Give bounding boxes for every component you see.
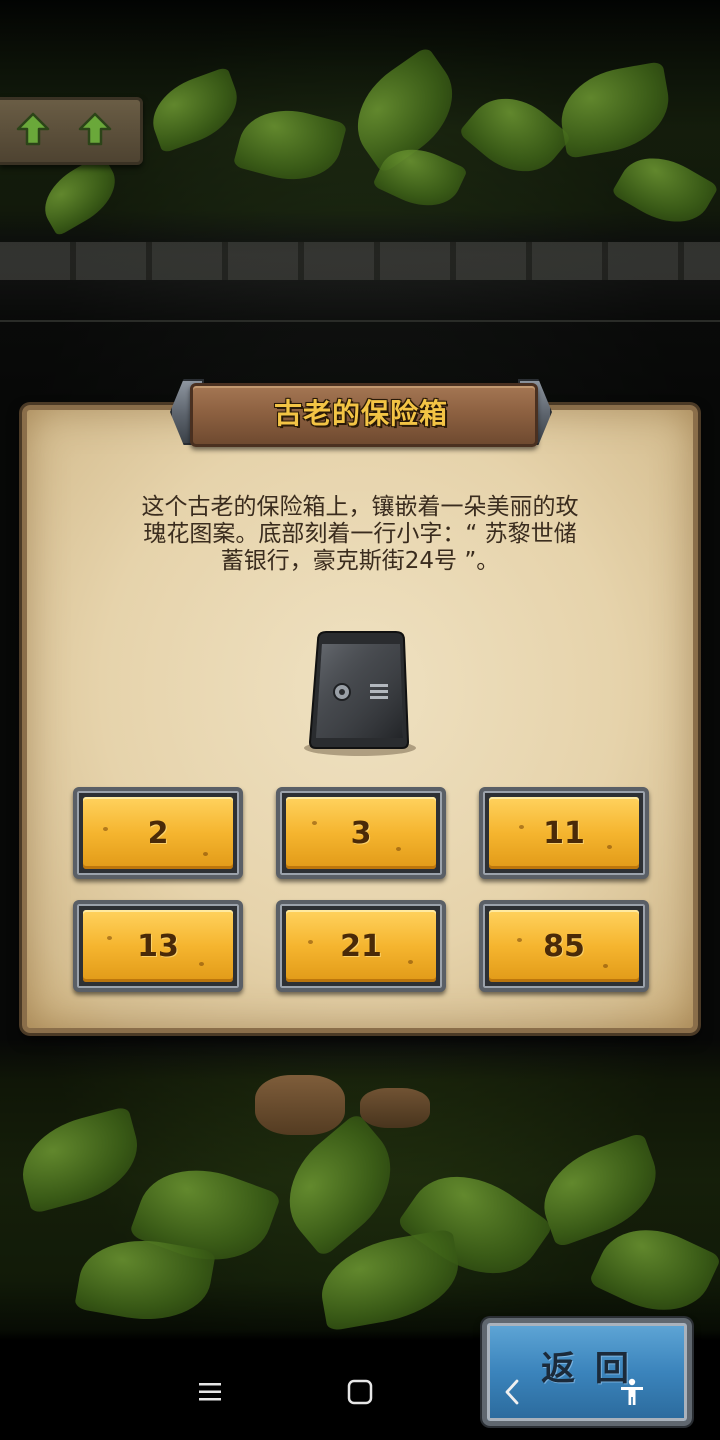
up-arrow-icon (16, 112, 50, 146)
answer-label: 3 (350, 815, 372, 851)
foliage-leaf (32, 153, 128, 237)
stone-wall-band (0, 242, 720, 280)
answer-face: 85 (489, 910, 639, 982)
answer-face: 21 (286, 910, 436, 982)
answer-button-21[interactable]: 21 (276, 900, 446, 992)
answer-face: 3 (286, 797, 436, 869)
answer-button-13[interactable]: 13 (73, 900, 243, 992)
answer-button-2[interactable]: 2 (73, 787, 243, 879)
up-arrow-button-2[interactable] (74, 107, 116, 151)
system-back-button[interactable] (492, 1372, 532, 1412)
foliage-leaf (232, 98, 348, 192)
home-icon (347, 1379, 373, 1405)
safe-icon (304, 631, 416, 756)
answer-label: 2 (147, 815, 169, 851)
up-arrow-button-1[interactable] (12, 107, 54, 151)
accessibility-button[interactable] (612, 1372, 652, 1412)
nav-arrow-panel (0, 97, 143, 165)
up-arrow-icon (78, 112, 112, 146)
foliage-leaf (458, 79, 572, 191)
dialog-title-banner: 古老的保险箱 (170, 377, 552, 449)
foliage-leaf (611, 141, 719, 239)
back-chevron-icon (505, 1379, 519, 1405)
answer-face: 11 (489, 797, 639, 869)
answer-button-3[interactable]: 3 (276, 787, 446, 879)
answer-label: 21 (340, 928, 382, 964)
accessibility-icon (621, 1378, 643, 1405)
foliage-leaf (142, 66, 248, 154)
wall-divider (0, 320, 720, 322)
rock (360, 1088, 430, 1128)
rock (255, 1075, 345, 1135)
game-scene: 古老的保险箱 这个古老的保险箱上，镶嵌着一朵美丽的玫 瑰花图案。底部刻着一行小字… (0, 0, 720, 1440)
home-button[interactable] (340, 1372, 380, 1412)
answer-button-85[interactable]: 85 (479, 900, 649, 992)
answer-label: 85 (543, 928, 585, 964)
menu-icon (199, 1383, 221, 1401)
dialog-title: 古老的保险箱 (273, 397, 448, 430)
foliage-leaf (553, 61, 677, 159)
menu-button[interactable] (190, 1372, 230, 1412)
answer-label: 11 (543, 815, 585, 851)
answer-label: 13 (137, 928, 179, 964)
dialog-description: 这个古老的保险箱上，镶嵌着一朵美丽的玫 瑰花图案。底部刻着一行小字：“ 苏黎世储… (141, 494, 579, 574)
answer-face: 13 (83, 910, 233, 982)
answer-face: 2 (83, 797, 233, 869)
answer-button-11[interactable]: 11 (479, 787, 649, 879)
foliage-leaf (11, 1105, 149, 1215)
